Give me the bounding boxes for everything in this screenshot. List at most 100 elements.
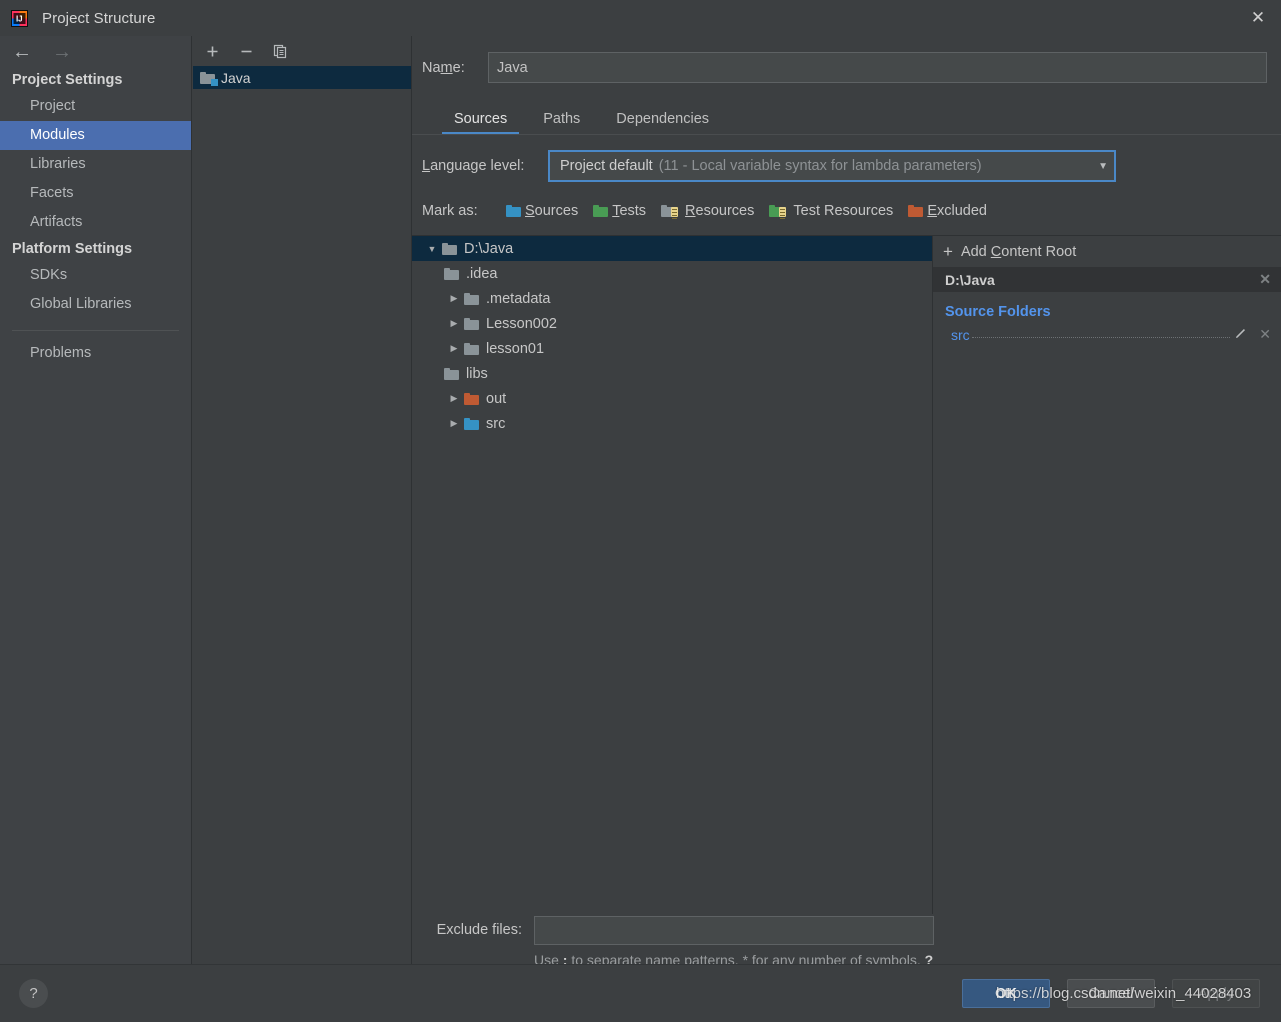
modules-panel: Java — [193, 36, 412, 964]
sidebar-item-project[interactable]: Project — [0, 92, 191, 121]
sidebar-group-project-settings: Project Settings — [12, 72, 123, 88]
mark-resources-mnemonic: R — [685, 203, 696, 219]
arrow-right-icon[interactable]: → — [52, 42, 72, 62]
title-bar: IJ Project Structure ✕ — [0, 0, 1281, 36]
mark-as-toolbar: Mark as: Sources Tests Resources Test Re… — [422, 197, 1281, 225]
help-button[interactable]: ? — [19, 979, 48, 1008]
excluded-folder-icon — [908, 205, 924, 217]
chevron-right-icon[interactable]: ▶ — [444, 293, 464, 304]
language-level-detail: (11 - Local variable syntax for lambda p… — [658, 158, 982, 174]
watermark-url: https://blog.csdn.net/weixin_44028403 — [996, 985, 1252, 1002]
content-root-path: D:\Java — [945, 271, 995, 288]
window-title: Project Structure — [42, 9, 156, 27]
table-row[interactable]: ▶ lesson01 — [412, 336, 932, 361]
mark-as-excluded-button[interactable]: Excluded — [908, 203, 987, 219]
table-row[interactable]: libs — [412, 361, 932, 386]
copy-icon[interactable] — [271, 42, 289, 60]
mark-test-resources-label: Test Resources — [793, 203, 894, 219]
name-mnemonic: m — [440, 59, 453, 76]
list-item[interactable]: src ✕ — [933, 320, 1281, 343]
mark-as-label: Mark as: — [422, 203, 478, 219]
modules-toolbar — [193, 36, 411, 66]
table-row[interactable]: ▼ D:\Java — [412, 236, 932, 261]
chevron-right-icon[interactable]: ▶ — [444, 343, 464, 354]
table-row[interactable]: ▶ out — [412, 386, 932, 411]
source-folder-name[interactable]: src — [951, 327, 970, 343]
resources-folder-icon — [661, 205, 679, 219]
mark-sources-mnemonic: S — [525, 203, 535, 219]
module-folder-icon — [200, 71, 218, 86]
sidebar-item-artifacts[interactable]: Artifacts — [0, 208, 191, 237]
excluded-folder-icon — [464, 392, 479, 405]
sidebar-item-modules[interactable]: Modules — [0, 121, 191, 150]
sidebar-item-libraries[interactable]: Libraries — [0, 150, 191, 179]
content-root-detail: + Add Content Root D:\Java ✕ Source Fold… — [932, 235, 1281, 914]
tab-paths[interactable]: Paths — [525, 111, 598, 134]
sources-folder-icon — [506, 205, 521, 217]
content-root-tree[interactable]: ▼ D:\Java .idea ▶ .metadata ▶ Lesson002 — [412, 235, 932, 914]
exclude-files-input[interactable] — [534, 916, 934, 945]
table-row[interactable]: .idea — [412, 261, 932, 286]
arrow-left-icon[interactable]: ← — [12, 42, 32, 62]
chevron-down-icon[interactable]: ▼ — [422, 244, 442, 254]
sidebar-item-facets[interactable]: Facets — [0, 179, 191, 208]
mark-excluded-mnemonic: E — [927, 203, 937, 219]
test-resources-folder-icon — [769, 205, 787, 219]
add-content-root-post: ontent Root — [1001, 243, 1077, 260]
tree-node-label: D:\Java — [464, 240, 514, 257]
dotted-leader — [971, 328, 1231, 338]
tree-node-label: .idea — [466, 265, 498, 282]
mark-as-test-resources-button[interactable]: Test Resources — [769, 203, 893, 219]
sidebar-item-sdks[interactable]: SDKs — [0, 261, 191, 290]
language-level-label-rest: anguage level: — [430, 158, 525, 174]
module-editor: Name: Sources Paths Dependencies Languag… — [412, 36, 1281, 989]
project-structure-dialog: IJ Project Structure ✕ ← → Project Setti… — [0, 0, 1281, 1022]
tab-dependencies[interactable]: Dependencies — [598, 111, 727, 134]
tree-node-label: lesson01 — [486, 340, 545, 357]
pencil-icon[interactable] — [1234, 327, 1247, 343]
mark-as-tests-button[interactable]: Tests — [593, 203, 646, 219]
table-row[interactable]: ▶ Lesson002 — [412, 311, 932, 336]
chevron-right-icon[interactable]: ▶ — [444, 393, 464, 404]
sidebar-item-problems[interactable]: Problems — [0, 339, 191, 368]
mark-as-resources-button[interactable]: Resources — [661, 203, 754, 219]
chevron-right-icon[interactable]: ▶ — [444, 318, 464, 329]
folder-icon — [444, 367, 459, 380]
settings-sidebar: ← → Project Settings Project Modules Lib… — [0, 36, 192, 964]
module-label: Java — [221, 69, 251, 86]
tabs-divider — [412, 134, 1281, 135]
tree-node-label: out — [486, 390, 507, 407]
close-icon[interactable]: ✕ — [1259, 326, 1271, 343]
folder-icon — [464, 292, 479, 305]
mark-as-sources-button[interactable]: Sources — [506, 203, 578, 219]
list-item[interactable]: Java — [193, 66, 411, 89]
tree-node-label: .metadata — [486, 290, 551, 307]
tree-node-label: src — [486, 415, 506, 432]
tab-sources[interactable]: Sources — [436, 111, 525, 134]
add-content-root-button[interactable]: + Add Content Root — [933, 236, 1281, 267]
table-row[interactable]: ▶ .metadata — [412, 286, 932, 311]
source-folders-title: Source Folders — [945, 304, 1051, 320]
mark-excluded-label: xcluded — [936, 203, 987, 219]
remove-module-button[interactable] — [237, 42, 255, 60]
mark-sources-label: ources — [534, 203, 579, 219]
add-module-button[interactable] — [203, 42, 221, 60]
sidebar-item-global-libraries[interactable]: Global Libraries — [0, 290, 191, 319]
tests-folder-icon — [593, 205, 609, 217]
mark-tests-label: ests — [619, 203, 647, 219]
module-name-input[interactable] — [488, 52, 1267, 83]
intellij-idea-icon: IJ — [11, 9, 28, 27]
remove-content-root-icon[interactable]: ✕ — [1259, 271, 1271, 288]
folder-icon — [442, 242, 457, 255]
add-content-root-mnemonic: C — [990, 243, 1002, 260]
exclude-files-row: Exclude files: — [412, 916, 1281, 945]
mark-resources-label: esources — [695, 203, 755, 219]
add-content-root-pre: Add — [960, 243, 991, 260]
table-row[interactable]: ▶ src — [412, 411, 932, 436]
chevron-right-icon[interactable]: ▶ — [444, 418, 464, 429]
language-level-row: Language level: Project default (11 - Lo… — [422, 149, 1281, 183]
sidebar-group-platform-settings: Platform Settings — [12, 241, 133, 257]
close-icon[interactable]: ✕ — [1235, 0, 1281, 36]
language-level-select[interactable]: Project default (11 - Local variable syn… — [548, 150, 1116, 182]
language-level-label: Language level: — [422, 158, 548, 174]
